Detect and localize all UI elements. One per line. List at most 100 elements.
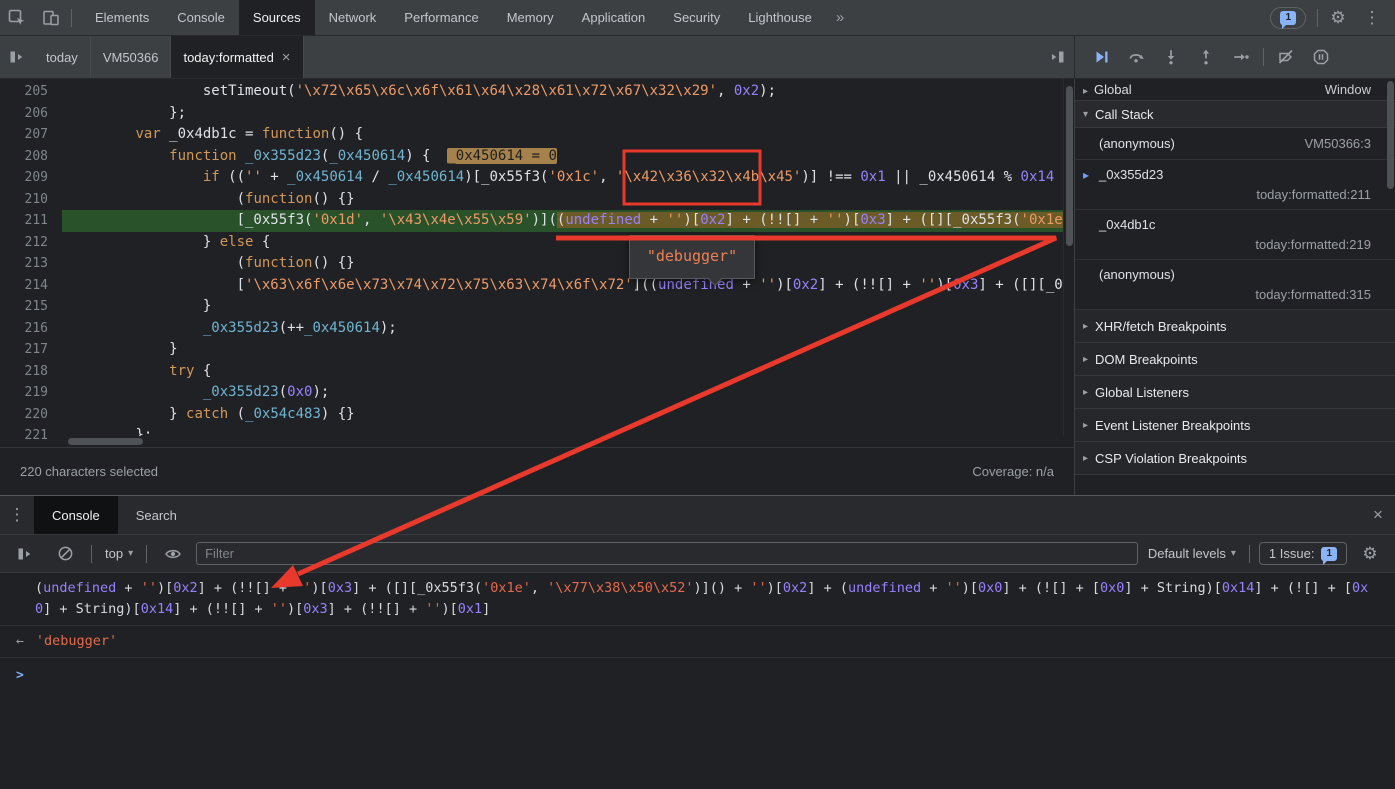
tab-performance[interactable]: Performance	[390, 0, 492, 35]
live-expression-eye-icon[interactable]	[156, 545, 190, 563]
code-line[interactable]: 208 function _0x355d23(_0x450614) { _0x4…	[0, 146, 1074, 168]
tab-memory[interactable]: Memory	[493, 0, 568, 35]
call-stack-frame[interactable]: (anonymous)VM50366:3	[1075, 128, 1395, 160]
scrollbar-thumb[interactable]	[1387, 81, 1394, 189]
tab-lighthouse[interactable]: Lighthouse	[734, 0, 826, 35]
tab-elements[interactable]: Elements	[81, 0, 163, 35]
code-line[interactable]: 209 if (('' + _0x450614 / _0x450614)[_0x…	[0, 167, 1074, 189]
drawer-tab-search[interactable]: Search	[118, 496, 195, 534]
file-tab-today-formatted[interactable]: today:formatted×	[171, 36, 303, 78]
device-toolbar-icon[interactable]	[34, 0, 68, 35]
resume-script-icon[interactable]	[1085, 42, 1117, 72]
line-number[interactable]: 218	[0, 361, 62, 383]
code-line[interactable]: 210 (function() {}	[0, 189, 1074, 211]
line-number[interactable]: 213	[0, 253, 62, 275]
line-number[interactable]: 219	[0, 382, 62, 404]
drawer-tab-console[interactable]: Console	[34, 496, 118, 534]
code-line[interactable]: 218 try {	[0, 361, 1074, 383]
pause-on-exceptions-icon[interactable]	[1305, 42, 1337, 72]
clear-console-icon[interactable]	[48, 545, 82, 562]
line-number[interactable]: 206	[0, 103, 62, 125]
line-number[interactable]: 216	[0, 318, 62, 340]
console-sidebar-toggle-icon[interactable]	[8, 546, 42, 562]
code-line[interactable]: 216 _0x355d23(++_0x450614);	[0, 318, 1074, 340]
line-number[interactable]: 210	[0, 189, 62, 211]
line-number[interactable]: 207	[0, 124, 62, 146]
code-line[interactable]: 213 (function() {}	[0, 253, 1074, 275]
step-icon[interactable]	[1225, 42, 1257, 72]
line-number[interactable]: 215	[0, 296, 62, 318]
log-levels-selector[interactable]: Default levels ▾	[1144, 546, 1240, 561]
tab-application[interactable]: Application	[568, 0, 660, 35]
call-stack-header[interactable]: ▾ Call Stack	[1075, 100, 1395, 128]
code-token: 0x1	[458, 601, 482, 617]
inspect-element-icon[interactable]	[0, 0, 34, 35]
drawer-kebab-icon[interactable]: ⋮	[0, 496, 34, 534]
sidebar-section-dom-breakpoints[interactable]: ▸DOM Breakpoints	[1075, 343, 1395, 376]
sidebar-section-global-listeners[interactable]: ▸Global Listeners	[1075, 376, 1395, 409]
console-settings-gear-icon[interactable]: ⚙	[1353, 544, 1387, 564]
line-number[interactable]: 211	[0, 210, 62, 232]
line-number[interactable]: 205	[0, 81, 62, 103]
tab-console[interactable]: Console	[163, 0, 239, 35]
line-number[interactable]: 217	[0, 339, 62, 361]
code-line[interactable]: 205 setTimeout('\x72\x65\x6c\x6f\x61\x64…	[0, 81, 1074, 103]
call-stack-frame[interactable]: _0x4db1ctoday:formatted:219	[1075, 210, 1395, 260]
code-editor[interactable]: 205 setTimeout('\x72\x65\x6c\x6f\x61\x64…	[0, 79, 1074, 447]
step-out-icon[interactable]	[1190, 42, 1222, 72]
sidebar-section-xhr-fetch-breakpoints[interactable]: ▸XHR/fetch Breakpoints	[1075, 310, 1395, 343]
editor-horizontal-scrollbar[interactable]	[62, 436, 1063, 447]
toggle-navigator-icon[interactable]	[0, 36, 34, 78]
console-prompt-row[interactable]: >	[0, 658, 1395, 693]
tab-sources[interactable]: Sources	[239, 0, 315, 35]
line-number[interactable]: 221	[0, 425, 62, 447]
console-echo-row[interactable]: (undefined + '')[0x2] + (!![] + '')[0x3]…	[0, 573, 1395, 626]
sidebar-section-event-listener-breakpoints[interactable]: ▸Event Listener Breakpoints	[1075, 409, 1395, 442]
call-stack-frame[interactable]: ▸_0x355d23today:formatted:211	[1075, 160, 1395, 210]
file-tab-today[interactable]: today	[34, 36, 91, 78]
line-number[interactable]: 212	[0, 232, 62, 254]
code-text: _0x355d23(0x0);	[62, 382, 1074, 404]
call-stack-frame[interactable]: (anonymous)today:formatted:315	[1075, 260, 1395, 310]
issues-counter[interactable]: 1 Issue: 1	[1259, 542, 1347, 565]
toolbar-right-group: 1 ⚙ ⋮	[1270, 0, 1395, 35]
sidebar-section-csp-violation-breakpoints[interactable]: ▸CSP Violation Breakpoints	[1075, 442, 1395, 475]
tab-security[interactable]: Security	[659, 0, 734, 35]
line-number[interactable]: 214	[0, 275, 62, 297]
editor-vertical-scrollbar[interactable]	[1063, 79, 1074, 436]
issues-badge[interactable]: 1	[1270, 7, 1306, 29]
console-result-row[interactable]: ← 'debugger'	[0, 626, 1395, 658]
code-line[interactable]: 214 ['\x63\x6f\x6e\x73\x74\x72\x75\x63\x…	[0, 275, 1074, 297]
code-token: )[	[683, 212, 700, 228]
sidebar-scrollbar[interactable]	[1386, 79, 1395, 495]
drawer-close-icon[interactable]: ×	[1361, 496, 1395, 534]
close-tab-icon[interactable]: ×	[282, 49, 291, 66]
kebab-menu-icon[interactable]: ⋮	[1355, 8, 1389, 28]
code-line[interactable]: 220 } catch (_0x54c483) {}	[0, 404, 1074, 426]
tab-network[interactable]: Network	[315, 0, 391, 35]
code-line[interactable]: 207 var _0x4db1c = function() {	[0, 124, 1074, 146]
scrollbar-thumb[interactable]	[1066, 86, 1073, 246]
code-line[interactable]: 215 }	[0, 296, 1074, 318]
code-line[interactable]: 211 [_0x55f3('0x1d', '\x43\x4e\x55\x59')…	[0, 210, 1074, 232]
deactivate-breakpoints-icon[interactable]	[1270, 42, 1302, 72]
code-line[interactable]: 219 _0x355d23(0x0);	[0, 382, 1074, 404]
panel-toggle-right-icon[interactable]	[1040, 36, 1074, 78]
code-line[interactable]: 212 } else {	[0, 232, 1074, 254]
step-over-icon[interactable]	[1120, 42, 1152, 72]
line-number[interactable]: 209	[0, 167, 62, 189]
more-tabs-icon[interactable]: »	[826, 0, 854, 35]
code-line[interactable]: 206 };	[0, 103, 1074, 125]
console-filter-input[interactable]	[196, 542, 1138, 565]
scope-global-row[interactable]: ▸ Global Window	[1075, 79, 1395, 100]
code-token: 0x14	[141, 601, 174, 617]
line-number[interactable]: 220	[0, 404, 62, 426]
settings-gear-icon[interactable]: ⚙	[1321, 8, 1355, 28]
code-line[interactable]: 217 }	[0, 339, 1074, 361]
tab-strip-spacer	[304, 36, 1040, 78]
scrollbar-thumb[interactable]	[68, 438, 143, 445]
context-selector[interactable]: top ▾	[101, 546, 137, 561]
line-number[interactable]: 208	[0, 146, 62, 168]
step-into-icon[interactable]	[1155, 42, 1187, 72]
file-tab-vm50366[interactable]: VM50366	[91, 36, 172, 78]
